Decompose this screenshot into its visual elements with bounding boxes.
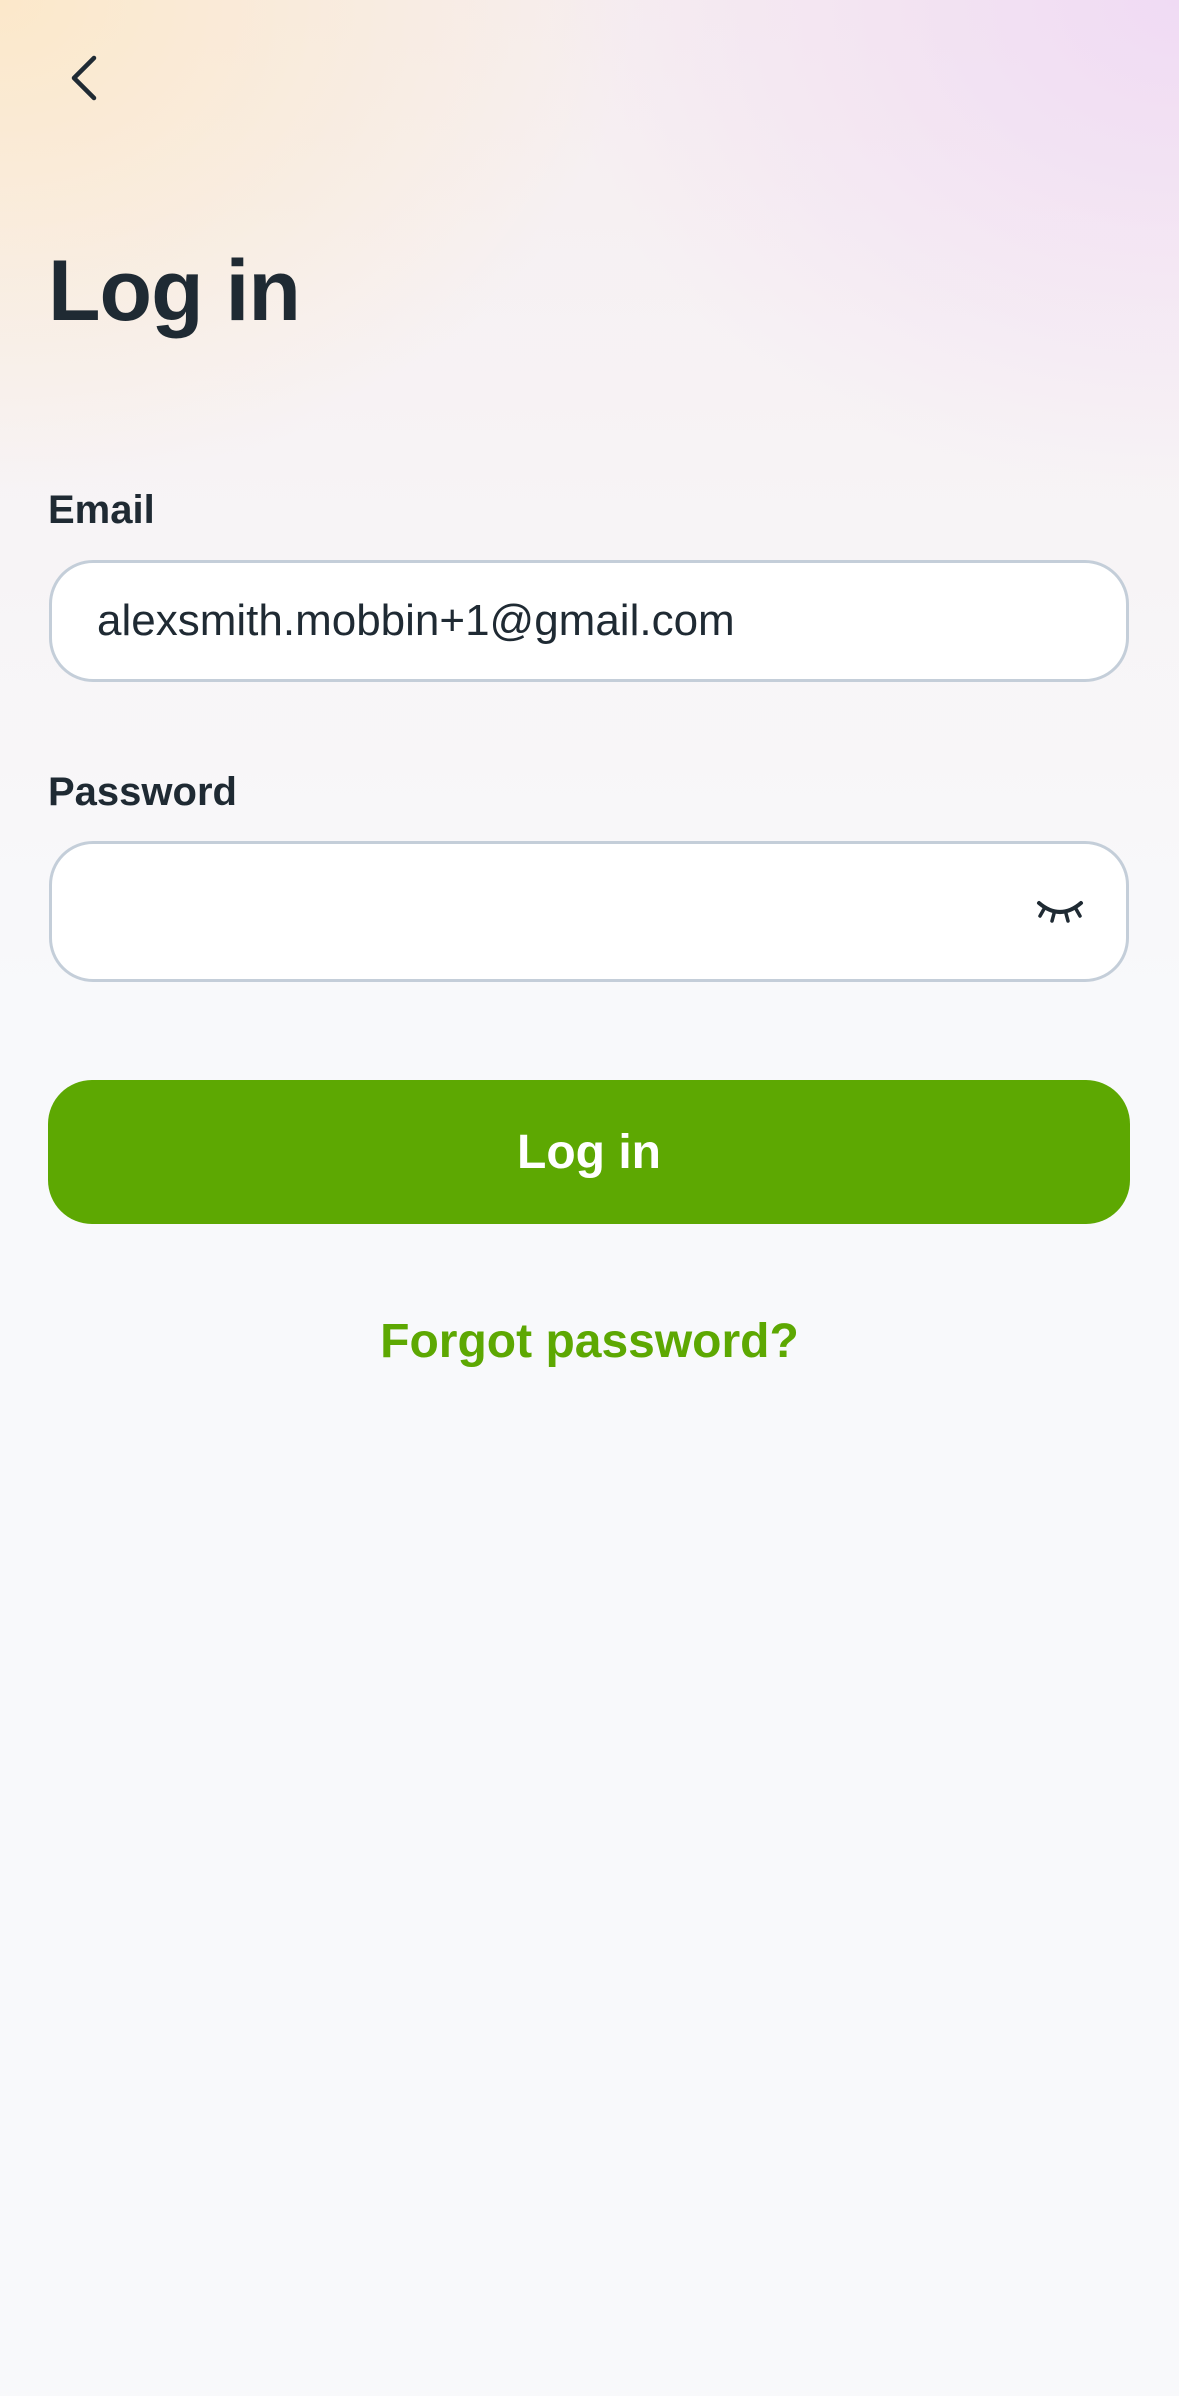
email-input[interactable] bbox=[52, 563, 1126, 679]
page-title: Log in bbox=[48, 243, 301, 339]
eye-closed-icon bbox=[1037, 900, 1083, 923]
forgot-password-link[interactable]: Forgot password? bbox=[0, 1318, 1179, 1366]
back-button[interactable] bbox=[48, 42, 120, 114]
password-input-container[interactable] bbox=[49, 841, 1129, 982]
email-label: Email bbox=[48, 488, 155, 532]
show-password-toggle[interactable] bbox=[1032, 884, 1088, 940]
password-label: Password bbox=[48, 770, 237, 814]
chevron-left-icon bbox=[71, 55, 97, 101]
password-input[interactable] bbox=[52, 844, 1126, 979]
email-input-container[interactable] bbox=[49, 560, 1129, 682]
login-button[interactable]: Log in bbox=[48, 1080, 1130, 1224]
